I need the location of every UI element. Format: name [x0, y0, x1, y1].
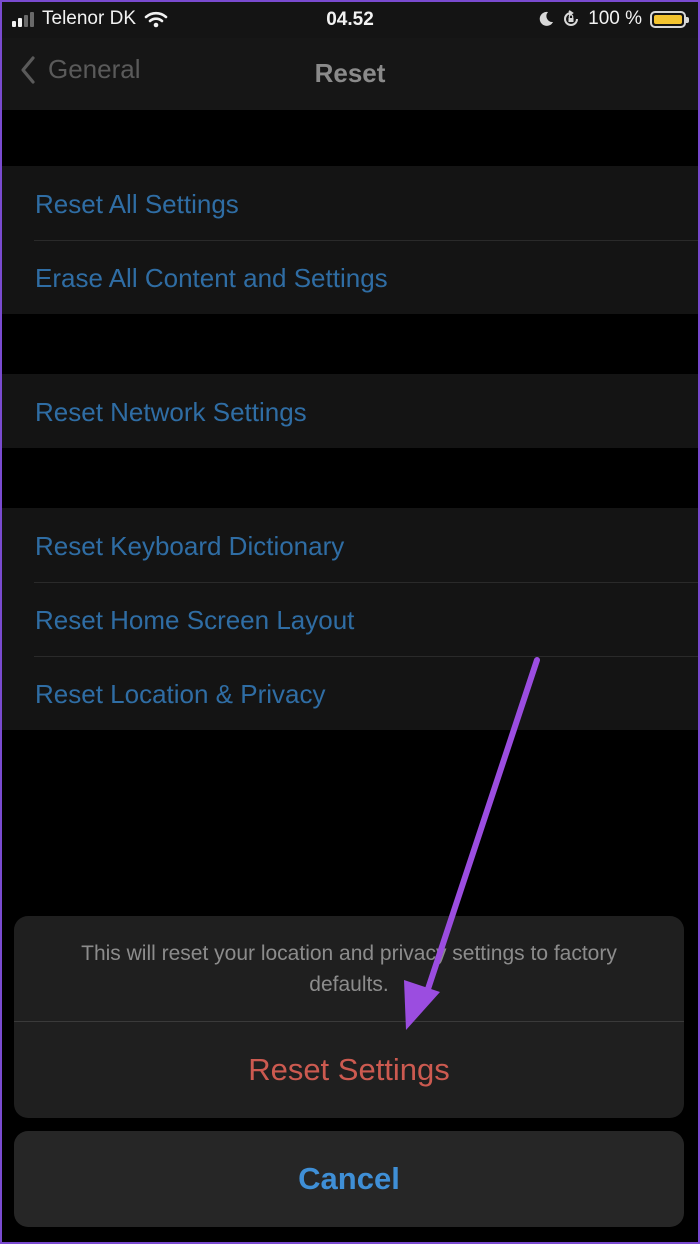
orientation-lock-icon: [564, 10, 579, 26]
row-label: Reset Keyboard Dictionary: [35, 531, 345, 561]
row-label: Reset Network Settings: [35, 397, 307, 427]
reset-location-privacy-row[interactable]: Reset Location & Privacy: [2, 656, 698, 730]
row-label: Reset All Settings: [35, 189, 239, 219]
navigation-bar: General Reset: [2, 38, 698, 110]
reset-keyboard-dictionary-row[interactable]: Reset Keyboard Dictionary: [2, 508, 698, 582]
reset-group-general: Reset All Settings Erase All Content and…: [2, 166, 698, 314]
reset-home-screen-layout-row[interactable]: Reset Home Screen Layout: [2, 582, 698, 656]
action-sheet: This will reset your location and privac…: [14, 916, 684, 1118]
erase-all-content-row[interactable]: Erase All Content and Settings: [2, 240, 698, 314]
action-sheet-message: This will reset your location and privac…: [81, 942, 617, 996]
battery-icon: [650, 10, 689, 28]
reset-group-other: Reset Keyboard Dictionary Reset Home Scr…: [2, 508, 698, 730]
cancel-button[interactable]: Cancel: [14, 1131, 684, 1227]
reset-group-network: Reset Network Settings: [2, 374, 698, 448]
row-label: Reset Home Screen Layout: [35, 605, 355, 635]
reset-settings-button[interactable]: Reset Settings: [14, 1022, 684, 1118]
status-bar: Telenor DK 04.52 100 %: [2, 2, 698, 38]
moon-icon: [539, 11, 554, 26]
battery-percent: 100 %: [588, 8, 642, 29]
reset-network-settings-row[interactable]: Reset Network Settings: [2, 374, 698, 448]
phone-screen: Telenor DK 04.52 100 % General Reset Res…: [2, 2, 698, 1242]
reset-all-settings-row[interactable]: Reset All Settings: [2, 166, 698, 240]
page-title: Reset: [314, 58, 386, 88]
row-label: Erase All Content and Settings: [35, 263, 388, 293]
row-label: Reset Location & Privacy: [35, 679, 326, 709]
